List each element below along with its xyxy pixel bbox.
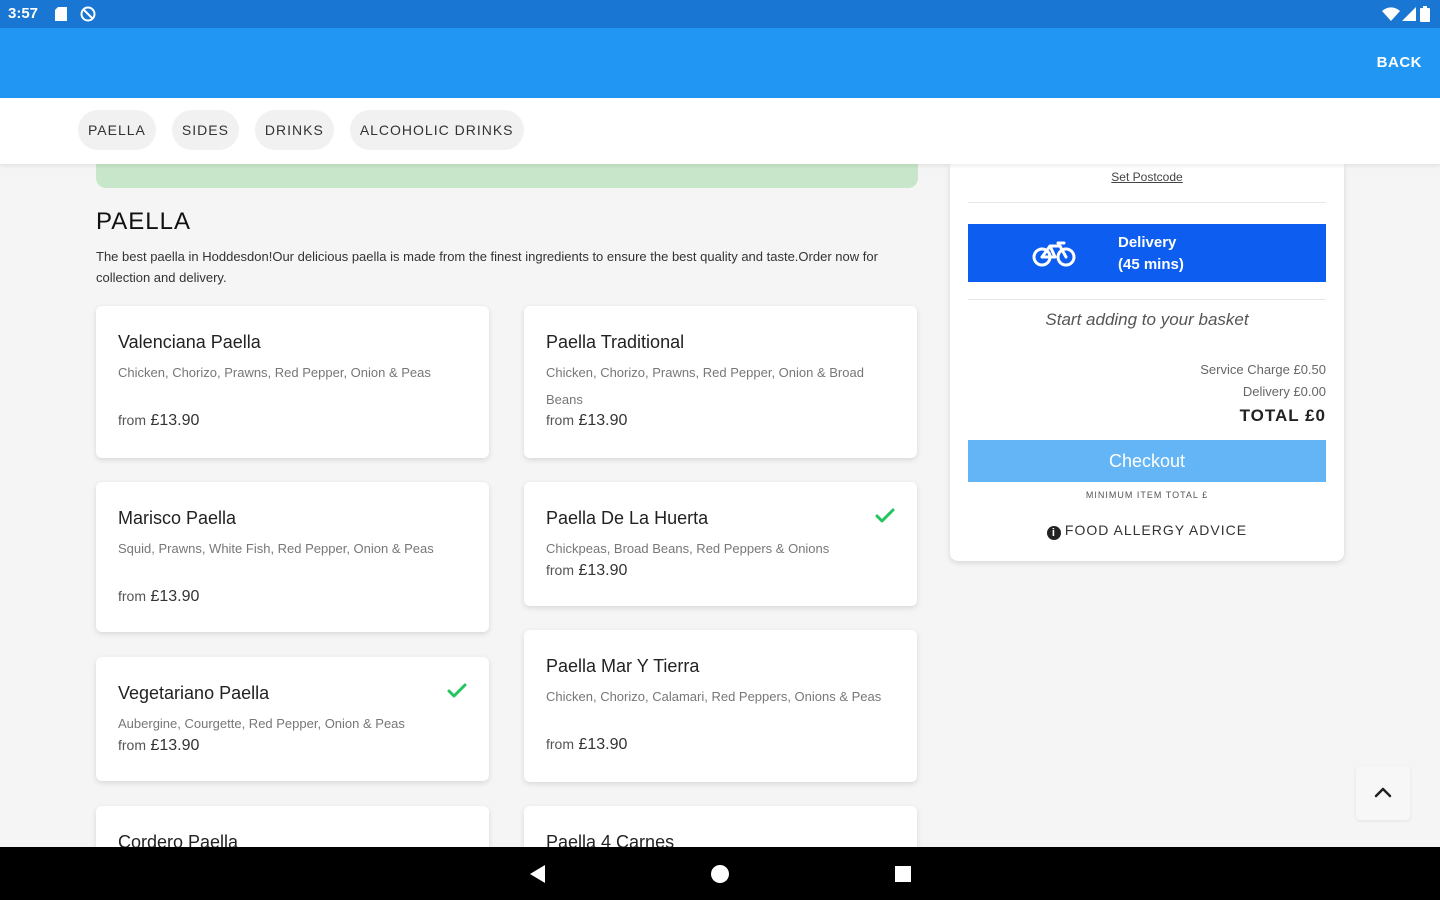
menu-item-name: Paella Traditional bbox=[546, 332, 685, 352]
set-postcode-link[interactable]: Set Postcode bbox=[950, 170, 1344, 184]
battery-icon bbox=[1420, 6, 1430, 22]
wifi-icon bbox=[1382, 7, 1400, 21]
menu-item-description: Chicken, Chorizo, Prawns, Red Pepper, On… bbox=[546, 365, 864, 407]
menu-item-card[interactable]: Paella De La Huerta Chickpeas, Broad Bea… bbox=[524, 482, 917, 606]
app-bar: BACK bbox=[0, 28, 1440, 98]
leaf-check-icon bbox=[875, 508, 895, 523]
menu-item-price: from £13.90 bbox=[546, 736, 627, 754]
price-prefix: from bbox=[118, 737, 146, 753]
price-prefix: from bbox=[118, 412, 146, 428]
menu-item-card[interactable]: Paella Mar Y Tierra Chicken, Chorizo, Ca… bbox=[524, 630, 917, 782]
price-value: £13.90 bbox=[578, 412, 628, 429]
service-charge: Service Charge £0.50 bbox=[1200, 362, 1326, 377]
status-time: 3:57 bbox=[8, 5, 39, 22]
menu-item-name: Cordero Paella bbox=[118, 832, 239, 847]
menu-item-description: Chicken, Chorizo, Calamari, Red Peppers,… bbox=[546, 689, 882, 704]
price-value: £13.90 bbox=[150, 737, 200, 754]
menu-item-price: from £13.90 bbox=[546, 412, 627, 430]
leaf-check-icon bbox=[447, 683, 467, 698]
basket-panel: Set Postcode Delivery (45 mins) Start ad… bbox=[950, 164, 1344, 561]
delivery-option-text: Delivery (45 mins) bbox=[1118, 232, 1184, 276]
delivery-label: Delivery bbox=[1118, 234, 1177, 251]
status-bar: 3:57 bbox=[0, 0, 1440, 28]
category-bar: PAELLA SIDES DRINKS ALCOHOLIC DRINKS bbox=[0, 98, 1440, 164]
price-value: £13.90 bbox=[578, 736, 628, 753]
food-allergy-link[interactable]: i FOOD ALLERGY ADVICE bbox=[950, 522, 1344, 540]
menu-item-name: Vegetariano Paella bbox=[118, 683, 270, 703]
checkout-button[interactable]: Checkout bbox=[968, 440, 1326, 482]
menu-item-description: Chickpeas, Broad Beans, Red Peppers & On… bbox=[546, 541, 830, 556]
no-sync-icon bbox=[80, 6, 96, 22]
price-prefix: from bbox=[546, 562, 574, 578]
delivery-option-button[interactable]: Delivery (45 mins) bbox=[968, 224, 1326, 282]
section-description: The best paella in Hoddesdon!Our delicio… bbox=[96, 249, 878, 285]
price-value: £13.90 bbox=[578, 562, 628, 579]
menu-item-card[interactable]: Cordero Paella bbox=[96, 806, 489, 847]
chevron-up-icon bbox=[1374, 787, 1392, 798]
price-prefix: from bbox=[118, 588, 146, 604]
divider bbox=[968, 299, 1326, 300]
info-banner bbox=[96, 164, 918, 188]
info-icon: i bbox=[1046, 526, 1061, 540]
sd-card-icon bbox=[55, 7, 67, 21]
menu-item-price: from £13.90 bbox=[546, 562, 627, 580]
price-value: £13.90 bbox=[150, 588, 200, 605]
category-chip-drinks[interactable]: DRINKS bbox=[254, 110, 334, 150]
back-button[interactable]: BACK bbox=[1377, 54, 1422, 71]
category-chip-alcoholic-drinks[interactable]: ALCOHOLIC DRINKS bbox=[349, 110, 524, 150]
nav-home-icon[interactable] bbox=[707, 861, 733, 887]
menu-item-price: from £13.90 bbox=[118, 412, 199, 430]
signal-icon bbox=[1402, 7, 1416, 21]
menu-item-card[interactable]: Vegetariano Paella Aubergine, Courgette,… bbox=[96, 657, 489, 781]
menu-item-card[interactable]: Marisco Paella Squid, Prawns, White Fish… bbox=[96, 482, 489, 632]
menu-item-name: Marisco Paella bbox=[118, 508, 237, 528]
bicycle-icon bbox=[1032, 241, 1076, 267]
menu-item-name: Paella 4 Carnes bbox=[546, 832, 675, 847]
menu-item-price: from £13.90 bbox=[118, 588, 199, 606]
menu-item-card[interactable]: Paella Traditional Chicken, Chorizo, Pra… bbox=[524, 306, 917, 458]
menu-item-description: Chicken, Chorizo, Prawns, Red Pepper, On… bbox=[118, 365, 431, 380]
category-chips: PAELLA SIDES DRINKS ALCOHOLIC DRINKS bbox=[78, 110, 524, 150]
section-title: PAELLA bbox=[96, 208, 191, 235]
menu-item-card[interactable]: Valenciana Paella Chicken, Chorizo, Praw… bbox=[96, 306, 489, 458]
price-value: £13.90 bbox=[150, 412, 200, 429]
price-prefix: from bbox=[546, 736, 574, 752]
menu-item-name: Paella Mar Y Tierra bbox=[546, 656, 700, 676]
basket-empty-message: Start adding to your basket bbox=[1045, 310, 1249, 329]
main-content: PAELLA The best paella in Hoddesdon!Our … bbox=[0, 164, 1440, 847]
scroll-to-top-button[interactable] bbox=[1356, 766, 1410, 820]
category-chip-paella[interactable]: PAELLA bbox=[78, 110, 156, 150]
menu-item-description: Squid, Prawns, White Fish, Red Pepper, O… bbox=[118, 541, 434, 556]
system-nav-bar bbox=[0, 847, 1440, 900]
menu-item-name: Valenciana Paella bbox=[118, 332, 261, 352]
basket-total: TOTAL £0 bbox=[1239, 406, 1326, 425]
minimum-total-note: MINIMUM ITEM TOTAL £ bbox=[1085, 490, 1209, 500]
delivery-fee: Delivery £0.00 bbox=[1242, 384, 1326, 399]
price-prefix: from bbox=[546, 412, 574, 428]
menu-item-price: from £13.90 bbox=[118, 737, 199, 755]
menu-item-description: Aubergine, Courgette, Red Pepper, Onion … bbox=[118, 716, 405, 731]
delivery-time: (45 mins) bbox=[1118, 256, 1184, 273]
category-chip-sides[interactable]: SIDES bbox=[171, 110, 239, 150]
menu-item-name: Paella De La Huerta bbox=[546, 508, 709, 528]
menu-item-card[interactable]: Paella 4 Carnes bbox=[524, 806, 917, 847]
food-allergy-label: FOOD ALLERGY ADVICE bbox=[1064, 522, 1248, 538]
nav-recents-icon[interactable] bbox=[890, 861, 916, 887]
divider bbox=[968, 202, 1326, 203]
nav-back-icon[interactable] bbox=[525, 861, 551, 887]
